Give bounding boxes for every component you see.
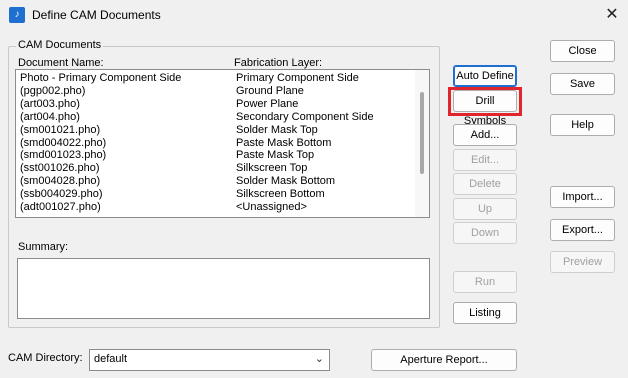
preview-button[interactable]: Preview — [550, 251, 615, 273]
add-button[interactable]: Add... — [453, 124, 517, 146]
list-item-layer: Silkscreen Top — [236, 162, 308, 175]
list-item-layer: <Unassigned> — [236, 201, 307, 213]
cam-directory-select[interactable]: default ⌄ — [89, 349, 330, 371]
chevron-down-icon[interactable]: ⌄ — [315, 352, 324, 365]
list-scrollbar[interactable] — [415, 70, 429, 217]
list-item-layer: Solder Mask Bottom — [236, 175, 336, 188]
list-item-document: Photo - Primary Component Side — [20, 72, 182, 84]
close-button[interactable]: Close — [550, 40, 615, 62]
cam-directory-label: CAM Directory: — [8, 352, 83, 364]
list-item-layer: Silkscreen Bottom — [236, 188, 325, 201]
list-item-document: (art004.pho) — [20, 110, 80, 123]
import-button[interactable]: Import... — [550, 186, 615, 208]
down-button[interactable]: Down — [453, 222, 517, 244]
auto-define-button[interactable]: Auto Define — [453, 65, 517, 87]
list-item-document: (pgp002.pho) — [20, 84, 86, 97]
list-item-layer: Paste Mask Top — [236, 149, 315, 162]
cam-directory-value: default — [94, 353, 128, 365]
listing-button[interactable]: Listing — [453, 302, 517, 324]
cam-documents-group-label: CAM Documents — [16, 39, 104, 51]
cam-documents-list[interactable]: Photo - Primary Component Side Primary Co… — [15, 69, 430, 218]
list-item-document: (adt001027.pho) — [20, 201, 101, 213]
list-item-layer: Secondary Component Side — [236, 110, 374, 123]
list-scrollbar-thumb[interactable] — [420, 92, 424, 174]
edit-button[interactable]: Edit... — [453, 149, 517, 171]
window-close-icon[interactable]: ✕ — [600, 4, 624, 26]
column-header-layer: Fabrication Layer: — [234, 57, 323, 69]
app-icon: ♪ — [9, 7, 25, 23]
highlight-box — [448, 87, 522, 116]
list-item-document: (art003.pho) — [20, 97, 80, 110]
summary-label: Summary: — [18, 241, 69, 253]
export-button[interactable]: Export... — [550, 219, 615, 241]
list-item-document: (sm001021.pho) — [20, 123, 101, 136]
list-item-layer: Primary Component Side — [236, 72, 359, 84]
aperture-report-button[interactable]: Aperture Report... — [371, 349, 517, 371]
column-header-document: Document Name: — [18, 57, 104, 69]
list-item-document: (smd001023.pho) — [20, 149, 107, 162]
list-item-document: (smd004022.pho) — [20, 136, 107, 149]
list-item-document: (sm004028.pho) — [20, 175, 101, 188]
list-item-layer: Solder Mask Top — [236, 123, 318, 136]
run-button[interactable]: Run — [453, 271, 517, 293]
list-item-document: (sst001026.pho) — [20, 162, 100, 175]
list-item-layer: Ground Plane — [236, 84, 304, 97]
save-button[interactable]: Save — [550, 73, 615, 95]
help-button[interactable]: Help — [550, 114, 615, 136]
summary-box — [17, 258, 430, 319]
up-button[interactable]: Up — [453, 198, 517, 220]
list-item-document: (ssb004029.pho) — [20, 188, 103, 201]
list-item-layer: Power Plane — [236, 97, 299, 110]
list-item-layer: Paste Mask Bottom — [236, 136, 332, 149]
window-title: Define CAM Documents — [32, 8, 161, 22]
delete-button[interactable]: Delete — [453, 173, 517, 195]
